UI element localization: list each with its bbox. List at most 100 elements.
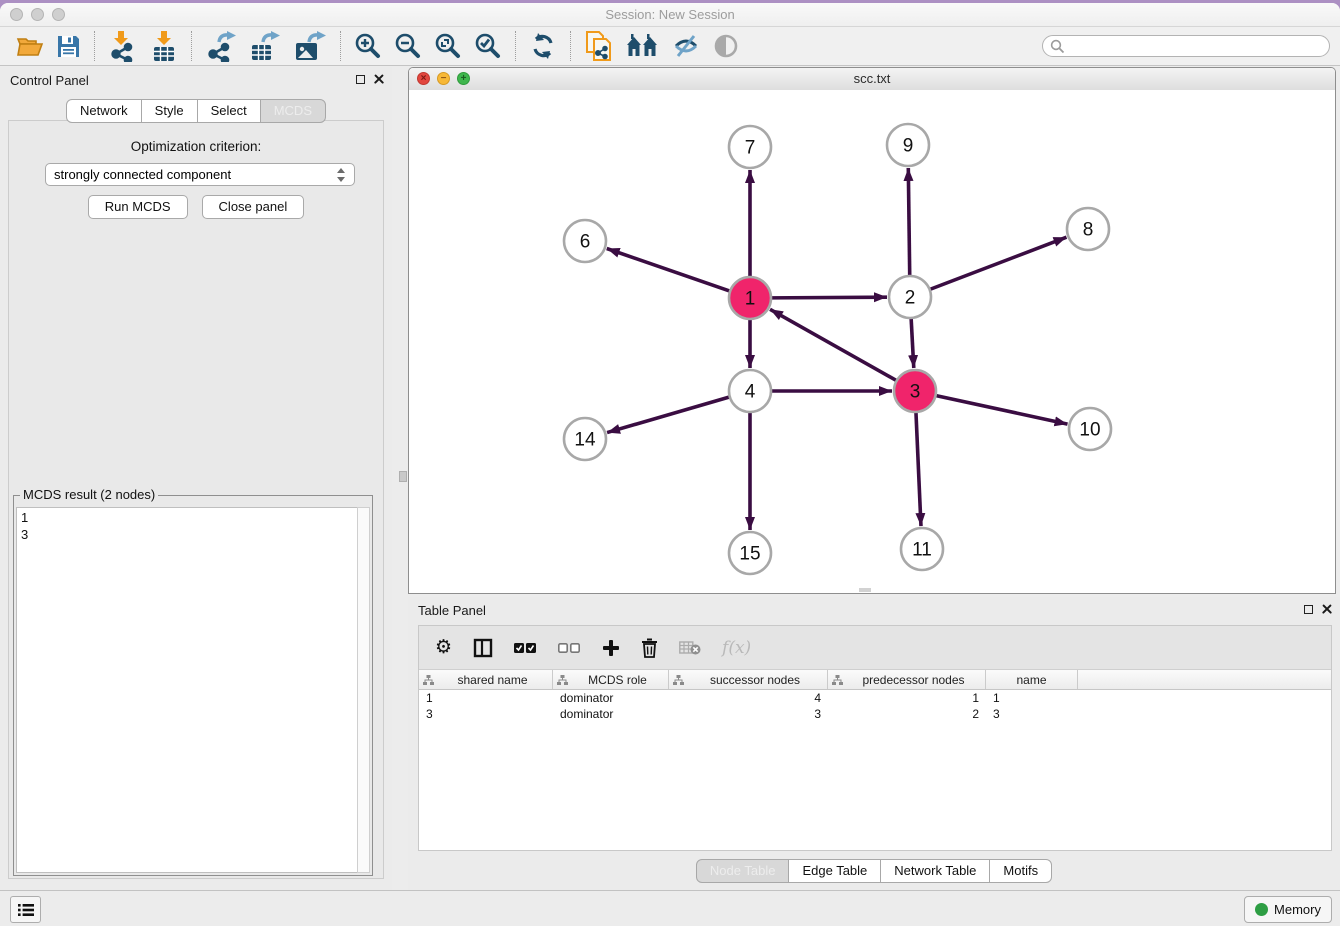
table-cell: 3 — [669, 707, 828, 721]
node-table: ⚙ f(x) — [418, 625, 1332, 851]
edge-2-8[interactable] — [930, 237, 1067, 289]
edge-1-6[interactable] — [607, 249, 730, 292]
memory-label: Memory — [1274, 902, 1321, 917]
add-column-icon[interactable] — [602, 639, 620, 657]
run-mcds-button[interactable]: Run MCDS — [88, 195, 188, 219]
network-window-titlebar[interactable]: × − + scc.txt — [409, 68, 1335, 91]
function-builder-icon[interactable]: f(x) — [722, 638, 751, 658]
graph-node-7[interactable]: 7 — [729, 126, 771, 168]
table-row[interactable]: 1dominator411 — [419, 690, 1331, 706]
graph-node-3[interactable]: 3 — [894, 370, 936, 412]
task-history-button[interactable] — [10, 896, 41, 923]
zoom-out-icon[interactable] — [388, 29, 428, 63]
zoom-in-icon[interactable] — [348, 29, 388, 63]
show-details-icon[interactable] — [706, 29, 746, 63]
mcds-result-text[interactable]: 1 3 — [16, 507, 359, 873]
table-row[interactable]: 3dominator323 — [419, 706, 1331, 722]
delete-column-icon[interactable] — [641, 638, 658, 658]
svg-text:8: 8 — [1083, 220, 1094, 241]
graph-node-14[interactable]: 14 — [564, 418, 606, 460]
tab-node-table[interactable]: Node Table — [696, 859, 790, 883]
search-input[interactable] — [1042, 35, 1330, 57]
table-cell: 1 — [419, 691, 553, 705]
hide-details-icon[interactable] — [666, 29, 706, 63]
table-cell: 3 — [986, 707, 1078, 721]
memory-button[interactable]: Memory — [1244, 896, 1332, 923]
window-title: Session: New Session — [0, 7, 1340, 22]
table-panel: Table Panel ⚙ — [408, 597, 1340, 891]
network-graph: 7 9 6 8 1 2 4 3 14 10 15 11 — [409, 90, 1335, 593]
close-panel-button[interactable]: Close panel — [202, 195, 305, 219]
export-table-icon[interactable] — [243, 29, 287, 63]
table-settings-icon[interactable]: ⚙ — [435, 638, 452, 657]
edge-3-1[interactable] — [770, 309, 897, 380]
canvas-scroll-nub[interactable] — [859, 588, 871, 592]
close-table-panel-icon[interactable] — [1322, 604, 1332, 614]
column-header-name[interactable]: name — [986, 670, 1078, 689]
title-bar: Session: New Session — [0, 3, 1340, 27]
tab-select[interactable]: Select — [197, 99, 261, 123]
graph-node-10[interactable]: 10 — [1069, 408, 1111, 450]
graph-node-4[interactable]: 4 — [729, 370, 771, 412]
table-cell: 1 — [986, 691, 1078, 705]
tab-motifs[interactable]: Motifs — [989, 859, 1052, 883]
control-panel-header: Control Panel — [0, 67, 392, 93]
column-visibility-icon[interactable] — [473, 638, 493, 658]
export-image-icon[interactable] — [287, 29, 333, 63]
table-cell: 3 — [419, 707, 553, 721]
svg-text:15: 15 — [739, 544, 760, 565]
close-panel-icon[interactable] — [374, 74, 384, 84]
graph-node-15[interactable]: 15 — [729, 532, 771, 574]
control-panel: Control Panel NetworkStyleSelectMCDS Opt… — [0, 67, 392, 891]
criterion-dropdown[interactable]: strongly connected component — [45, 163, 355, 186]
status-bar: Memory — [0, 890, 1340, 926]
edge-4-14[interactable] — [607, 397, 730, 433]
zoom-fit-icon[interactable] — [428, 29, 468, 63]
column-header-shared-name[interactable]: shared name — [419, 670, 553, 689]
column-header-predecessor-nodes[interactable]: predecessor nodes — [828, 670, 986, 689]
edge-3-11[interactable] — [916, 412, 921, 526]
edge-1-2[interactable] — [771, 297, 887, 298]
export-network-icon[interactable] — [199, 29, 243, 63]
column-header-MCDS-role[interactable]: MCDS role — [553, 670, 669, 689]
delete-table-icon[interactable] — [679, 640, 701, 655]
network-overview-icon[interactable] — [620, 29, 666, 63]
network-canvas[interactable]: 7 9 6 8 1 2 4 3 14 10 15 11 — [409, 90, 1335, 593]
tab-edge-table[interactable]: Edge Table — [788, 859, 881, 883]
deselect-all-icon[interactable] — [558, 642, 581, 654]
refresh-icon[interactable] — [523, 29, 563, 63]
graph-node-11[interactable]: 11 — [901, 528, 943, 570]
graph-node-9[interactable]: 9 — [887, 124, 929, 166]
tab-style[interactable]: Style — [141, 99, 198, 123]
edge-2-3[interactable] — [911, 318, 914, 368]
tab-network-table[interactable]: Network Table — [880, 859, 990, 883]
float-table-panel-icon[interactable] — [1304, 605, 1313, 614]
network-window-title: scc.txt — [409, 71, 1335, 86]
column-header-successor-nodes[interactable]: successor nodes — [669, 670, 828, 689]
tab-mcds[interactable]: MCDS — [260, 99, 326, 123]
splitter-handle[interactable] — [399, 471, 407, 482]
new-network-from-selection-icon[interactable] — [578, 29, 620, 63]
graph-node-6[interactable]: 6 — [564, 220, 606, 262]
tab-network[interactable]: Network — [66, 99, 142, 123]
svg-text:1: 1 — [745, 289, 756, 310]
search-field — [1042, 35, 1330, 57]
select-all-icon[interactable] — [514, 642, 537, 654]
float-panel-icon[interactable] — [356, 75, 365, 84]
zoom-selected-icon[interactable] — [468, 29, 508, 63]
result-line: 1 — [21, 509, 354, 526]
save-session-icon[interactable] — [50, 29, 87, 63]
open-session-icon[interactable] — [10, 29, 50, 63]
result-scrollbar[interactable] — [357, 507, 370, 873]
svg-text:14: 14 — [574, 430, 596, 451]
graph-node-8[interactable]: 8 — [1067, 208, 1109, 250]
toolbar-separator — [340, 31, 341, 61]
graph-node-1[interactable]: 1 — [729, 277, 771, 319]
edge-2-9[interactable] — [908, 168, 909, 276]
graph-node-2[interactable]: 2 — [889, 276, 931, 318]
edge-3-10[interactable] — [936, 395, 1068, 424]
svg-text:11: 11 — [912, 540, 932, 561]
import-network-icon[interactable] — [102, 29, 144, 63]
import-table-icon[interactable] — [144, 29, 184, 63]
toolbar-separator — [515, 31, 516, 61]
